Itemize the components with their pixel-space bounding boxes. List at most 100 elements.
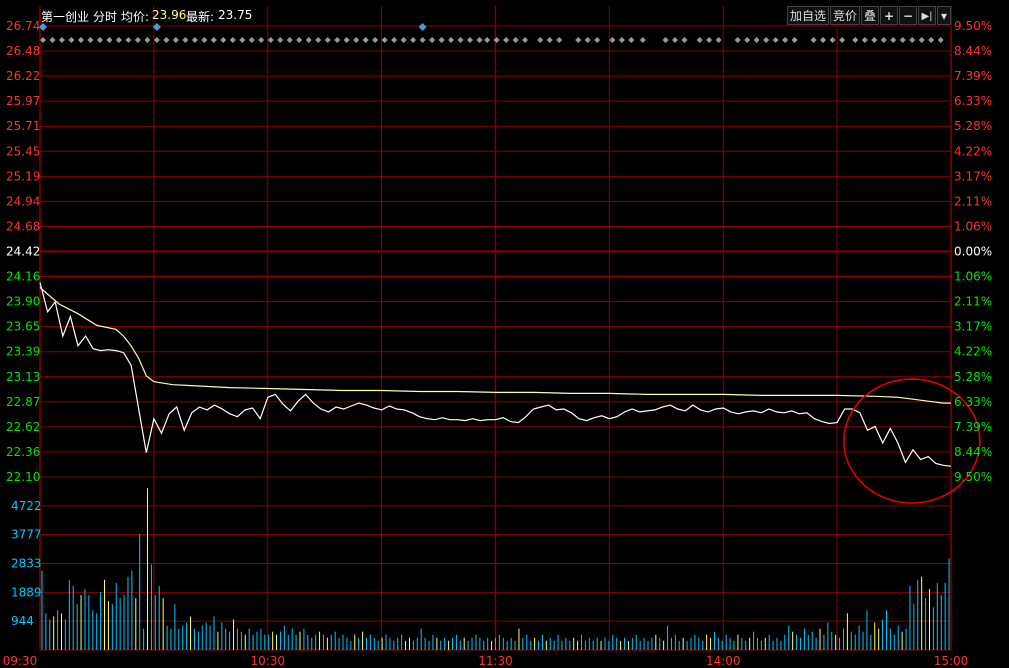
signal-dot — [696, 37, 703, 43]
signal-dot — [182, 37, 189, 43]
price-tick-label: 23.13 — [6, 370, 40, 384]
skip-next-icon[interactable]: ▶| — [918, 6, 936, 25]
pct-tick-label: 5.28% — [954, 370, 992, 384]
signal-dot — [457, 37, 464, 43]
signal-dot — [706, 37, 713, 43]
signal-dot — [381, 37, 388, 43]
signal-dot — [258, 37, 265, 43]
volume-tick-label: 944 — [11, 614, 34, 628]
signal-dot — [125, 37, 132, 43]
signal-dot — [163, 37, 170, 43]
signal-dot — [134, 37, 141, 43]
price-tick-label: 23.65 — [6, 320, 40, 334]
signal-dot — [609, 37, 616, 43]
signal-dot — [829, 37, 836, 43]
signal-dot — [871, 37, 878, 43]
signal-dot — [115, 37, 122, 43]
price-tick-label: 24.68 — [6, 219, 40, 233]
signal-dot — [880, 37, 887, 43]
chevron-down-icon[interactable]: ▾ — [937, 6, 951, 25]
price-tick-label: 25.45 — [6, 144, 40, 158]
pct-tick-label: 5.28% — [954, 119, 992, 133]
price-tick-label: 26.74 — [6, 19, 40, 33]
zoom-out-icon[interactable]: − — [899, 6, 917, 25]
intraday-chart: 26.74 9.50% 26.48 8.44% 26.22 7.39% 25.97 6.33%… — [3, 6, 992, 668]
signal-dot — [96, 37, 103, 43]
time-tick-label: 10:30 — [250, 654, 285, 668]
signal-dot — [353, 37, 360, 43]
signal-dot — [890, 37, 897, 43]
signal-dot — [662, 37, 669, 43]
signal-dot — [153, 37, 160, 43]
signal-dot — [476, 37, 483, 43]
chart-grid — [39, 6, 952, 651]
signal-dot — [715, 37, 722, 43]
signal-dot — [537, 37, 544, 43]
signal-dot — [106, 37, 113, 43]
signal-dot — [861, 37, 868, 43]
signal-dot — [144, 37, 151, 43]
signal-dot — [305, 37, 312, 43]
volume-tick-label: 2833 — [11, 557, 42, 571]
time-tick-label: 11:30 — [478, 654, 513, 668]
pct-tick-label: 4.22% — [954, 144, 992, 158]
price-tick-label: 23.90 — [6, 295, 40, 309]
pct-tick-label: 9.50% — [954, 470, 992, 484]
price-tick-label: 22.10 — [6, 470, 40, 484]
add-watchlist-button[interactable]: 加自选 — [787, 6, 829, 25]
pct-tick-label: 3.17% — [954, 320, 992, 334]
signal-dot — [324, 37, 331, 43]
signal-dot — [744, 37, 751, 43]
zoom-in-icon[interactable]: + — [880, 6, 898, 25]
time-tick-label: 14:00 — [706, 654, 741, 668]
signal-dot — [419, 37, 426, 43]
signal-dot — [928, 37, 935, 43]
signal-dot — [296, 37, 303, 43]
signal-dot — [512, 37, 519, 43]
pct-tick-label: 9.50% — [954, 19, 992, 33]
signal-dot — [672, 37, 679, 43]
signal-dot — [852, 37, 859, 43]
pct-tick-label: 7.39% — [954, 420, 992, 434]
signal-dot — [343, 37, 350, 43]
price-tick-label: 24.16 — [6, 270, 40, 284]
signal-dot — [448, 37, 455, 43]
signal-dot — [68, 37, 75, 43]
pct-tick-label: 8.44% — [954, 445, 992, 459]
signal-dot — [839, 37, 846, 43]
signal-dot — [229, 37, 236, 43]
signal-dot — [467, 37, 474, 43]
pct-tick-label: 7.39% — [954, 69, 992, 83]
signal-dot — [575, 37, 582, 43]
signal-dot — [791, 37, 798, 43]
last-price-label: 最新: — [186, 10, 215, 24]
avg-price-label: 均价: — [121, 10, 150, 24]
signal-dot — [58, 37, 65, 43]
signal-dot — [493, 37, 500, 43]
pct-tick-label: 6.33% — [954, 395, 992, 409]
mode-label: 分时 — [93, 10, 118, 24]
signal-dot — [248, 37, 255, 43]
signal-dot — [267, 37, 274, 43]
price-tick-label: 26.48 — [6, 44, 40, 58]
signal-dot — [734, 37, 741, 43]
pct-tick-label: 6.33% — [954, 94, 992, 108]
pct-tick-label: 1.06% — [954, 270, 992, 284]
signal-dot — [594, 37, 601, 43]
last-price-value: 23.75 — [218, 8, 253, 22]
signal-dot — [286, 37, 293, 43]
price-tick-label: 25.71 — [6, 119, 40, 133]
signal-dot — [429, 37, 436, 43]
price-tick-label: 24.94 — [6, 194, 40, 208]
signal-dot — [772, 37, 779, 43]
overlay-button[interactable]: 叠 — [861, 6, 879, 25]
signal-dot — [681, 37, 688, 43]
signal-dot — [49, 37, 56, 43]
signal-dot — [362, 37, 369, 43]
signal-dot — [410, 37, 417, 43]
pct-tick-label: 4.22% — [954, 345, 992, 359]
bid-button[interactable]: 竞价 — [830, 6, 860, 25]
signal-dot — [315, 37, 322, 43]
price-tick-label: 26.22 — [6, 69, 40, 83]
price-tick-label: 25.19 — [6, 169, 40, 183]
